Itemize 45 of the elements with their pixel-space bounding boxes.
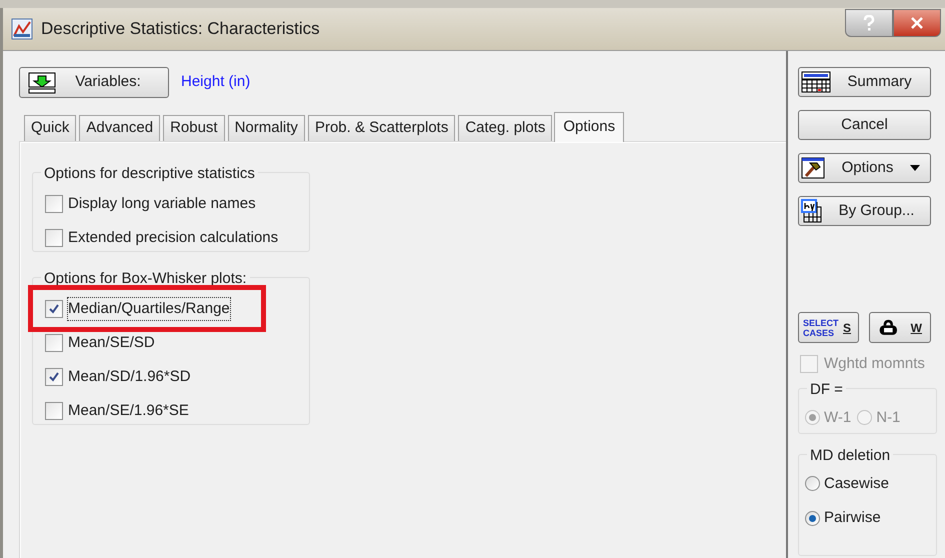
tab[interactable]: Quick: [24, 115, 76, 141]
close-icon: [910, 17, 924, 29]
option-label: Median/Quartiles/Range: [68, 298, 230, 320]
radio-button[interactable]: [805, 510, 820, 526]
radio-label: N-1: [876, 408, 900, 428]
option-label: Mean/SE/1.96*SE: [68, 400, 189, 421]
help-button[interactable]: [845, 9, 893, 37]
side-button[interactable]: Summary: [798, 67, 931, 97]
tab[interactable]: Robust: [163, 115, 225, 141]
hammer-icon: [801, 157, 825, 179]
checkbox[interactable]: [45, 300, 63, 318]
tab[interactable]: Prob. & Scatterplots: [308, 115, 456, 141]
checkbox[interactable]: [45, 334, 63, 352]
variables-button[interactable]: Variables:: [19, 67, 169, 98]
option-label: Display long variable names: [68, 194, 256, 214]
window-title: Descriptive Statistics: Characteristics: [41, 18, 320, 40]
option-label: Mean/SE/SD: [68, 332, 155, 353]
tab[interactable]: Normality: [228, 115, 305, 141]
radio-label: Pairwise: [824, 508, 881, 528]
tab[interactable]: Options: [554, 112, 624, 142]
checkbox[interactable]: [45, 402, 63, 420]
check-icon: [48, 303, 60, 315]
radio-label: W-1: [824, 408, 852, 428]
option-label: Mean/SD/1.96*SD: [68, 366, 191, 387]
app-icon: [11, 18, 33, 40]
radio-label: Casewise: [824, 474, 890, 494]
weight-button[interactable]: W: [869, 312, 931, 343]
variables-icon: [28, 72, 56, 94]
checkbox[interactable]: [45, 229, 63, 247]
side-button[interactable]: Cancel: [798, 110, 931, 140]
checkbox-label: Wghtd momnts: [824, 354, 925, 374]
option-label: Extended precision calculations: [68, 228, 278, 248]
summary-icon: [801, 71, 831, 93]
radio-button[interactable]: [805, 476, 820, 492]
variables-value: Height (in): [181, 72, 250, 92]
help-icon: [863, 15, 875, 31]
tab[interactable]: Categ. plots: [458, 115, 552, 141]
options-dropdown-button[interactable]: Options: [798, 153, 931, 183]
checkbox[interactable]: [45, 195, 63, 213]
side-button[interactable]: By Group...: [798, 196, 931, 226]
check-icon: [48, 371, 60, 383]
close-button[interactable]: [893, 9, 941, 37]
checkbox[interactable]: [45, 368, 63, 386]
dropdown-caret-icon: [910, 165, 920, 171]
tab[interactable]: Advanced: [79, 115, 160, 141]
